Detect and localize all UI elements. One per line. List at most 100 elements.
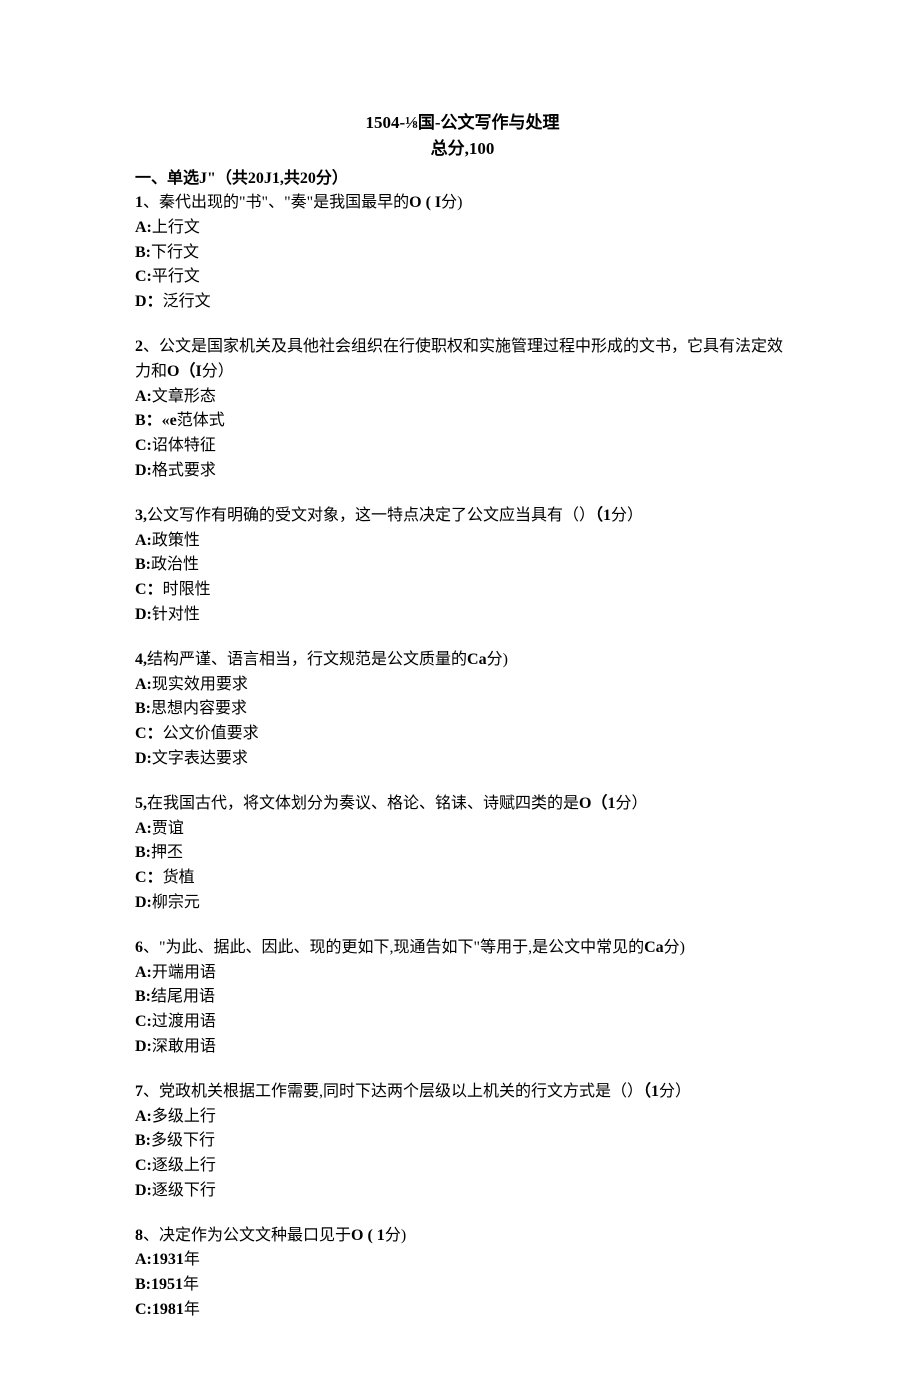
question-text: 3,公文写作有明确的受文对象，这一特点决定了公文应当具有（）（1分） <box>135 504 790 529</box>
option-prefix: A: <box>135 219 152 236</box>
option-prefix: C: <box>135 268 152 285</box>
option-line: C：公文价值要求 <box>135 722 790 747</box>
option-prefix: C: <box>135 437 152 454</box>
question-number: 3, <box>135 507 147 524</box>
option-text: 平行文 <box>152 268 200 285</box>
question-block: 1、秦代出现的"书"、"奏"是我国最早的O ( I分)A:上行文B:下行文C:平… <box>135 191 790 315</box>
option-text: 开端用语 <box>152 964 216 981</box>
question-number: 2 <box>135 338 143 355</box>
option-text: 诏体特征 <box>152 437 216 454</box>
option-prefix: D: <box>135 1038 152 1055</box>
option-text: 文章形态 <box>152 388 216 405</box>
option-prefix: B:1951 <box>135 1276 183 1293</box>
question-body-a: 公文写作有明确的受文对象，这一特点决定了公文应当具有（） <box>147 507 595 524</box>
option-line: B:1951年 <box>135 1273 790 1298</box>
option-prefix: A: <box>135 676 152 693</box>
question-number: 1 <box>135 194 143 211</box>
question-body-a: 党政机关根据工作需要,同时下达两个层级以上机关的行文方式是（） <box>159 1083 643 1100</box>
option-text: 格式要求 <box>152 462 216 479</box>
option-line: A:政策性 <box>135 529 790 554</box>
option-prefix: A: <box>135 820 152 837</box>
question-body-b: 分) <box>441 194 462 211</box>
option-prefix: A: <box>135 1108 152 1125</box>
option-line: B:政治性 <box>135 553 790 578</box>
option-text: 上行文 <box>152 219 200 236</box>
option-text: 年 <box>184 1251 200 1268</box>
option-prefix: D: <box>135 606 152 623</box>
question-block: 3,公文写作有明确的受文对象，这一特点决定了公文应当具有（）（1分）A:政策性B… <box>135 504 790 628</box>
question-block: 6、"为此、据此、因此、现的更如下,现通告如下"等用于,是公文中常见的Ca分)A… <box>135 936 790 1060</box>
question-block: 8、决定作为公文文种最口见于O ( 1分)A:1931年B:1951年C:198… <box>135 1224 790 1323</box>
option-text: 泛行文 <box>163 293 211 310</box>
question-marker: O ( I <box>409 194 441 211</box>
option-prefix: C:1981 <box>135 1301 184 1318</box>
option-line: D:格式要求 <box>135 459 790 484</box>
option-text: 时限性 <box>163 581 211 598</box>
option-line: D:针对性 <box>135 603 790 628</box>
question-body-a: 秦代出现的"书"、"奏"是我国最早的 <box>159 194 409 211</box>
question-number: 8 <box>135 1227 143 1244</box>
option-line: B：«e范体式 <box>135 409 790 434</box>
option-prefix: B: <box>135 844 151 861</box>
section-heading: 一、单选J"（共20J1,共20分） <box>135 167 790 191</box>
question-body-b: 分) <box>487 651 508 668</box>
question-marker: O（1 <box>579 795 615 812</box>
option-text: 公文价值要求 <box>163 725 259 742</box>
questions-container: 1、秦代出现的"书"、"奏"是我国最早的O ( I分)A:上行文B:下行文C:平… <box>135 191 790 1323</box>
option-text: 结尾用语 <box>151 988 215 1005</box>
option-text: 贾谊 <box>152 820 184 837</box>
question-text: 1、秦代出现的"书"、"奏"是我国最早的O ( I分) <box>135 191 790 216</box>
question-body-b: 分） <box>659 1083 691 1100</box>
option-text: 逐级下行 <box>152 1182 216 1199</box>
option-line: D:逐级下行 <box>135 1179 790 1204</box>
option-text: 文字表达要求 <box>152 750 248 767</box>
question-body-b: 分) <box>664 939 685 956</box>
question-body-b: 分） <box>615 795 647 812</box>
question-block: 7、党政机关根据工作需要,同时下达两个层级以上机关的行文方式是（）（1分）A:多… <box>135 1080 790 1204</box>
option-line: B:押丕 <box>135 841 790 866</box>
option-line: C:诏体特征 <box>135 434 790 459</box>
question-separator: 、 <box>143 939 159 956</box>
option-prefix: B: <box>135 988 151 1005</box>
question-separator: 、 <box>143 1083 159 1100</box>
question-text: 8、决定作为公文文种最口见于O ( 1分) <box>135 1224 790 1249</box>
option-line: B:思想内容要求 <box>135 697 790 722</box>
doc-subtitle: 总分,100 <box>135 136 790 162</box>
question-block: 5,在我国古代，将文体划分为奏议、格论、铭诔、诗赋四类的是O（1分）A:贾谊B:… <box>135 792 790 916</box>
option-line: C：货植 <box>135 866 790 891</box>
option-prefix: D: <box>135 750 152 767</box>
option-text: 现实效用要求 <box>152 676 248 693</box>
option-line: A:开端用语 <box>135 961 790 986</box>
question-marker: O（I <box>167 363 202 380</box>
question-marker: （1 <box>643 1083 659 1100</box>
option-line: C:1981年 <box>135 1298 790 1323</box>
question-body-b: 分） <box>611 507 643 524</box>
option-prefix: C: <box>135 1013 152 1030</box>
question-body-a: "为此、据此、因此、现的更如下,现通告如下"等用于,是公文中常见的 <box>159 939 644 956</box>
option-line: D:柳宗元 <box>135 891 790 916</box>
option-prefix: D: <box>135 462 152 479</box>
option-prefix: D: <box>135 1182 152 1199</box>
question-block: 4,结构严谨、语言相当，行文规范是公文质量的Ca分)A:现实效用要求B:思想内容… <box>135 648 790 772</box>
option-text: 柳宗元 <box>152 894 200 911</box>
question-number: 5, <box>135 795 147 812</box>
question-marker: O ( 1 <box>351 1227 385 1244</box>
question-text: 7、党政机关根据工作需要,同时下达两个层级以上机关的行文方式是（）（1分） <box>135 1080 790 1105</box>
option-prefix: A: <box>135 388 152 405</box>
option-prefix: A: <box>135 532 152 549</box>
option-prefix: D: <box>135 894 152 911</box>
option-line: B:多级下行 <box>135 1129 790 1154</box>
option-text: 押丕 <box>151 844 183 861</box>
option-line: A:多级上行 <box>135 1105 790 1130</box>
option-text: 多级下行 <box>151 1132 215 1149</box>
option-line: D:深敢用语 <box>135 1035 790 1060</box>
question-body-a: 在我国古代，将文体划分为奏议、格论、铭诔、诗赋四类的是 <box>147 795 579 812</box>
option-line: C：时限性 <box>135 578 790 603</box>
option-line: A:上行文 <box>135 216 790 241</box>
option-line: A:贾谊 <box>135 817 790 842</box>
option-text: 年 <box>184 1301 200 1318</box>
option-line: C:过渡用语 <box>135 1010 790 1035</box>
option-prefix: A: <box>135 964 152 981</box>
option-prefix: B: <box>135 700 151 717</box>
option-prefix: B: <box>135 244 151 261</box>
